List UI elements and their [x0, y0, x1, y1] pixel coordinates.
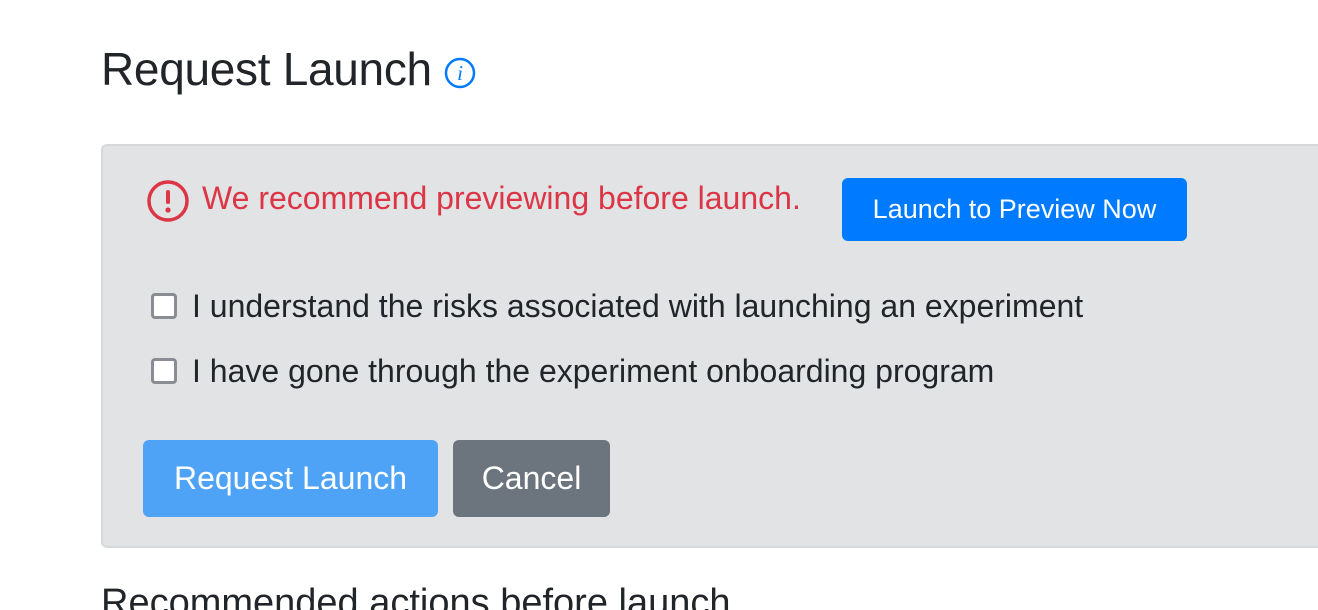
- preview-recommendation-alert: We recommend previewing before launch.: [146, 179, 801, 223]
- cancel-button[interactable]: Cancel: [453, 440, 610, 517]
- request-launch-page: Request Launch i We recommend previewing…: [0, 0, 1318, 610]
- risks-checkbox[interactable]: [151, 293, 177, 319]
- svg-text:i: i: [457, 61, 463, 85]
- recommended-actions-heading: Recommended actions before launch: [101, 582, 731, 610]
- launch-panel: We recommend previewing before launch. L…: [101, 144, 1318, 548]
- launch-to-preview-button[interactable]: Launch to Preview Now: [842, 178, 1187, 241]
- exclamation-circle-icon: [146, 179, 190, 223]
- request-launch-button[interactable]: Request Launch: [143, 440, 438, 517]
- page-title: Request Launch: [101, 43, 432, 95]
- checklist-item-risks[interactable]: I understand the risks associated with l…: [151, 286, 1083, 326]
- checklist-item-onboarding[interactable]: I have gone through the experiment onboa…: [151, 351, 994, 391]
- info-icon[interactable]: i: [444, 57, 476, 89]
- checklist-item-label: I understand the risks associated with l…: [192, 288, 1084, 324]
- checklist-item-label: I have gone through the experiment onboa…: [192, 353, 995, 389]
- alert-message: We recommend previewing before launch.: [202, 180, 801, 216]
- title-row: Request Launch i: [101, 42, 476, 96]
- onboarding-checkbox[interactable]: [151, 358, 177, 384]
